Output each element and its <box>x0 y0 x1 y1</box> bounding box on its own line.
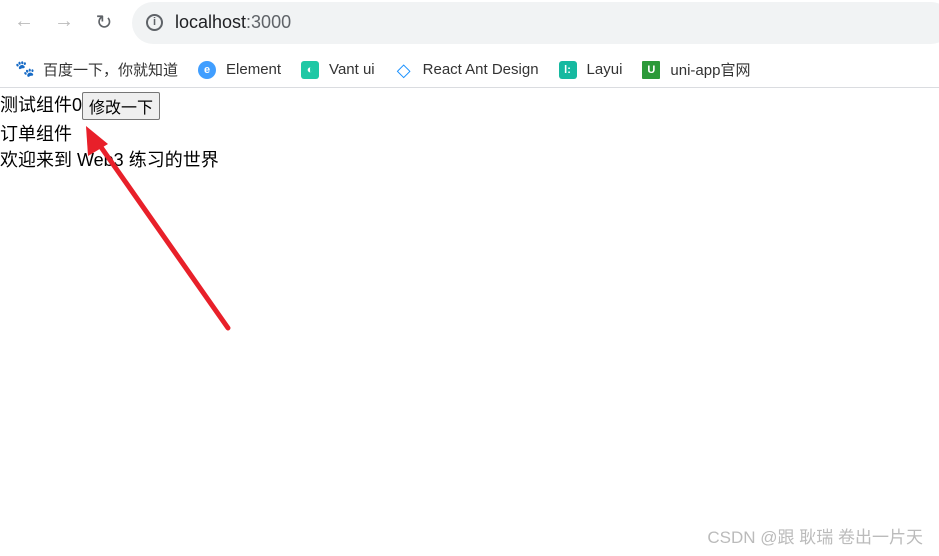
arrow-shaft <box>93 137 231 331</box>
annotation-arrow <box>86 126 231 331</box>
watermark: CSDN @跟 耿瑞 卷出一片天 <box>707 528 923 547</box>
